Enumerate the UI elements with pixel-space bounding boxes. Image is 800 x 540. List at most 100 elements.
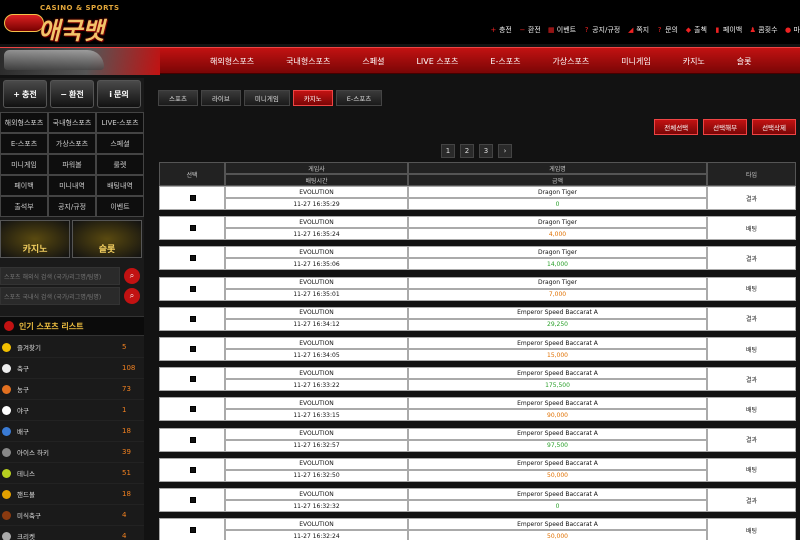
delete-selected-button[interactable]: 선택삭제 — [752, 119, 796, 135]
tab-item[interactable]: 스포츠 — [158, 90, 198, 106]
sidebar-search-input[interactable]: 스포츠 국내식 검색 (국가/리그명/팀명) — [0, 287, 120, 305]
sidebar-menu-item[interactable]: 페이백 — [0, 175, 48, 196]
sidebar-menu-item[interactable]: 공지/규정 — [48, 196, 96, 217]
search-button[interactable]: ⌕ — [124, 268, 140, 284]
top-menu-item[interactable]: ◆ 출첵 — [685, 25, 707, 35]
nav-item[interactable]: 가상스포츠 — [552, 56, 589, 67]
row-checkbox[interactable] — [190, 195, 196, 201]
sidebar-search-input[interactable]: 스포츠 해외식 검색 (국가/리그명/팀명) — [0, 267, 120, 285]
nav-item[interactable]: 스페셜 — [362, 56, 384, 67]
table-row[interactable]: EVOLUTION 11-27 16:33:22 Emperor Speed Bac… — [159, 367, 796, 392]
top-menu-item[interactable]: ▦ 이벤트 — [548, 25, 576, 35]
table-row[interactable]: EVOLUTION 11-27 16:34:05 Emperor Speed Bac… — [159, 337, 796, 361]
nav-item[interactable]: 미니게임 — [621, 56, 650, 67]
table-row[interactable]: EVOLUTION 11-27 16:32:50 Emperor Speed Bac… — [159, 457, 796, 482]
nav-item[interactable]: 해외형스포츠 — [210, 56, 254, 67]
tab-item[interactable]: 카지노 — [292, 90, 333, 106]
sidebar: + 충전 − 환전 i 문의 해외형스포츠 국내형스포츠 LIVE-스포츠 E-스포츠 가상스포츠 스… — [0, 78, 144, 540]
header-bet-time: 배팅시간 — [225, 174, 408, 186]
sidebar-withdraw-button[interactable]: − 환전 — [50, 80, 94, 108]
search-button[interactable]: ⌕ — [124, 288, 140, 304]
sport-item[interactable]: 아이스 하키 39 — [0, 442, 144, 463]
nav-item[interactable]: 카지노 — [683, 56, 705, 67]
top-menu-item[interactable]: ◢ 쪽지 — [627, 25, 649, 35]
top-menu-item[interactable]: ? 공지/규정 — [583, 25, 620, 35]
sport-item[interactable]: 크리켓 4 — [0, 526, 144, 540]
top-menu-item[interactable]: ♟ 콤횟수 — [749, 25, 778, 35]
row-checkbox[interactable] — [190, 285, 196, 292]
table-row[interactable]: EVOLUTION 11-27 16:35:01 Dragon Tiger 7,000… — [159, 276, 796, 301]
top-menu-icon: ◢ — [628, 25, 634, 34]
sport-item[interactable]: 축구 108 — [0, 358, 144, 379]
table-row[interactable]: EVOLUTION 11-27 16:35:29 Dragon Tiger 0 결과 — [159, 186, 796, 210]
sport-item[interactable]: 테니스 51 — [0, 463, 144, 484]
nav-item[interactable]: 국내형스포츠 — [286, 56, 330, 67]
provider-cell: EVOLUTION — [225, 518, 408, 531]
select-cell — [159, 457, 225, 482]
row-checkbox[interactable] — [190, 497, 196, 503]
row-checkbox[interactable] — [190, 255, 196, 262]
sport-item[interactable]: 핸드볼 18 — [0, 484, 144, 505]
sidebar-menu-item[interactable]: 미니게임 — [0, 154, 48, 175]
sport-item[interactable]: 배구 18 — [0, 421, 144, 442]
sidebar-menu-item[interactable]: 가상스포츠 — [48, 133, 96, 154]
sidebar-menu-item[interactable]: 이벤트 — [96, 196, 144, 217]
row-checkbox[interactable] — [190, 376, 196, 383]
sidebar-menu-item[interactable]: 스페셜 — [96, 133, 144, 154]
nav-item[interactable]: LIVE 스포츠 — [416, 56, 458, 67]
sidebar-menu-item[interactable]: LIVE-스포츠 — [96, 112, 144, 133]
sidebar-menu-item[interactable]: 파워볼 — [48, 154, 96, 175]
row-checkbox[interactable] — [190, 315, 196, 322]
table-row[interactable]: EVOLUTION 11-27 16:35:06 Dragon Tiger 14,00… — [159, 246, 796, 271]
sidebar-menu-item[interactable]: 출석부 — [0, 196, 48, 217]
sport-item[interactable]: 야구 1 — [0, 400, 144, 421]
sidebar-deposit-button[interactable]: + 충전 — [3, 80, 47, 108]
select-bet-button[interactable]: 선택해부 — [703, 119, 748, 135]
sidebar-banner-casino[interactable]: 카지노 — [0, 220, 70, 258]
table-row[interactable]: EVOLUTION 11-27 16:34:12 Emperor Speed Bac… — [159, 306, 796, 331]
next-page-button[interactable]: › — [498, 144, 512, 158]
sidebar-menu-item[interactable]: 해외형스포츠 — [0, 112, 48, 133]
top-menu-item[interactable]: ▮ 페이백 — [714, 25, 742, 35]
table-row[interactable]: EVOLUTION 11-27 16:32:24 Emperor Speed Bac… — [159, 518, 796, 540]
nav-item[interactable]: 슬롯 — [737, 56, 752, 67]
table-row[interactable]: EVOLUTION 11-27 16:33:15 Emperor Speed Bac… — [159, 397, 796, 422]
sidebar-menu-item[interactable]: E-스포츠 — [0, 133, 48, 154]
sidebar-menu-item[interactable]: 룰렛 — [96, 154, 144, 175]
table-row[interactable]: EVOLUTION 11-27 16:32:57 Emperor Speed Bac… — [159, 427, 796, 452]
select-all-button[interactable]: 전체선택 — [654, 119, 699, 135]
top-menu-item[interactable]: + 충전 — [490, 25, 512, 35]
sidebar-banner-slot[interactable]: 슬롯 — [72, 220, 142, 258]
row-checkbox[interactable] — [190, 527, 196, 534]
sport-icon — [2, 405, 11, 415]
row-checkbox[interactable] — [190, 406, 196, 413]
top-menu-item[interactable]: − 환전 — [519, 25, 540, 35]
sport-item[interactable]: 즐겨찾기 5 — [0, 337, 144, 358]
nav-item[interactable]: E-스포츠 — [490, 56, 520, 67]
row-checkbox[interactable] — [190, 225, 196, 232]
sidebar-inquiry-button[interactable]: i 문의 — [97, 80, 141, 108]
amount-cell: 175,500 — [408, 379, 707, 392]
table-row[interactable]: EVOLUTION 11-27 16:32:32 Emperor Speed Bac… — [159, 488, 796, 512]
page-button[interactable]: 2 — [460, 144, 474, 158]
page-button[interactable]: 3 — [479, 144, 493, 158]
row-checkbox[interactable] — [190, 466, 196, 473]
sport-item[interactable]: 농구 73 — [0, 379, 144, 400]
page-button[interactable]: 1 — [441, 144, 455, 158]
table-row[interactable]: EVOLUTION 11-27 16:35:24 Dragon Tiger 4,000… — [159, 216, 796, 241]
row-checkbox[interactable] — [190, 346, 196, 352]
row-checkbox[interactable] — [190, 436, 196, 443]
sidebar-menu-item[interactable]: 국내형스포츠 — [48, 112, 96, 133]
provider-cell: EVOLUTION — [225, 216, 408, 229]
tab-item[interactable]: E-스포츠 — [335, 90, 383, 106]
tab-item[interactable]: 미니게임 — [243, 90, 290, 106]
amount-cell: 50,000 — [408, 469, 707, 482]
sidebar-menu-item[interactable]: 미니내역 — [48, 175, 96, 196]
logo[interactable]: CASINO & SPORTS 애국뱃 — [0, 0, 140, 45]
sidebar-menu-item[interactable]: 배팅내역 — [96, 175, 144, 196]
tab-item[interactable]: 라이브 — [200, 90, 241, 106]
top-menu-item[interactable]: ● 마 — [785, 25, 800, 35]
sport-item[interactable]: 미식축구 4 — [0, 505, 144, 526]
top-menu-item[interactable]: ? 문의 — [656, 25, 678, 35]
sport-count: 1 — [122, 406, 127, 414]
